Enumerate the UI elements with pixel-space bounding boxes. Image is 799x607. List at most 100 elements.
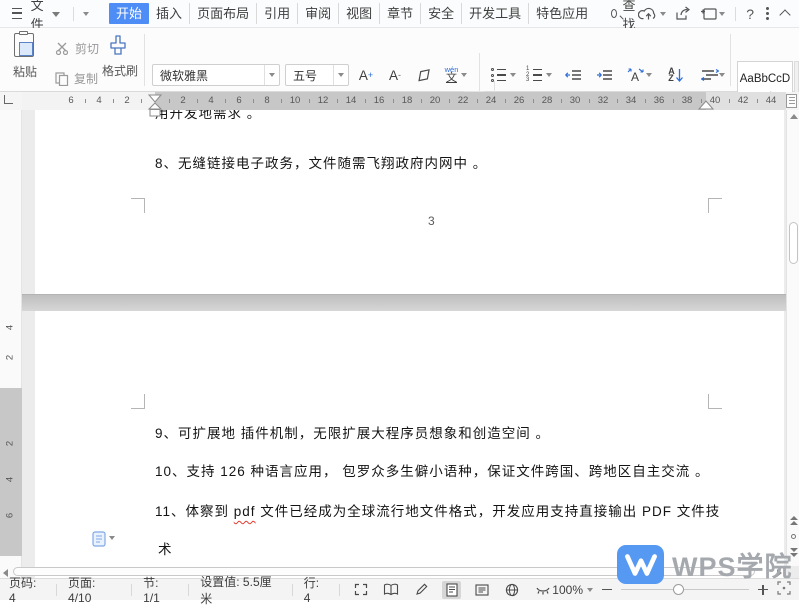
doc-line-8[interactable]: 8、无缝链接电子政务，文件随需飞翔政府内网中 。 <box>155 152 487 172</box>
vertical-ruler[interactable]: 42246 <box>0 110 22 578</box>
zoom-level-button[interactable]: 100% <box>552 583 593 597</box>
ruler-tick <box>645 99 646 103</box>
bullet-list-button[interactable] <box>488 63 518 87</box>
cut-label: 剪切 <box>75 40 99 57</box>
page-4[interactable] <box>35 311 784 578</box>
increase-indent-button[interactable] <box>591 63 617 87</box>
line11-spellcheck-word[interactable]: pdf <box>234 504 256 519</box>
clear-format-button[interactable] <box>412 63 436 87</box>
fit-page-button[interactable] <box>777 581 791 598</box>
menu-tab[interactable]: 插入 <box>149 3 190 24</box>
paragraph-layout-button[interactable] <box>696 63 730 87</box>
ruler-tick <box>225 99 226 103</box>
zoom-in-button[interactable] <box>758 585 768 595</box>
font-name-caret-icon <box>269 73 275 77</box>
cloud-upload-button[interactable] <box>638 6 666 21</box>
menu-tab[interactable]: 章节 <box>380 3 421 24</box>
paragraph-tool-icon <box>92 531 106 547</box>
select-browse-object-button[interactable] <box>791 534 796 539</box>
page-3[interactable] <box>35 110 784 294</box>
document-workspace[interactable]: 用开发地需求 。 8、无缝链接电子政务，文件随需飞翔政府内网中 。 3 9、可扩… <box>0 110 799 578</box>
indent-markers[interactable] <box>147 93 163 117</box>
doc-line-9[interactable]: 9、可扩展地 插件机制，无限扩展大程序员想象和创造空间 。 <box>155 422 550 442</box>
ruler-label: 2 <box>175 95 191 106</box>
font-size-select[interactable]: 五号 <box>285 64 349 86</box>
menu-tab[interactable]: 视图 <box>339 3 380 24</box>
scroll-up-icon[interactable] <box>790 114 798 119</box>
previous-page-button[interactable] <box>790 515 798 526</box>
ruler-label: 38 <box>679 95 695 106</box>
eye-protection-button[interactable] <box>533 581 552 599</box>
doc-line-11[interactable]: 11、体察到 pdf 文件已经成为全球流行地文件格式，开发应用支持直接输出 PD… <box>155 500 720 520</box>
zoom-out-button[interactable] <box>602 589 612 591</box>
ruler-toggle-icon[interactable] <box>786 94 797 108</box>
copy-icon <box>55 72 69 86</box>
status-line[interactable]: 行: 4 <box>304 574 328 605</box>
menu-tab[interactable]: 特色应用 <box>529 3 595 24</box>
zoom-slider[interactable] <box>621 589 749 590</box>
more-options-icon[interactable] <box>766 12 769 15</box>
decrease-font-button[interactable]: A- <box>383 63 407 87</box>
vertical-scrollbar[interactable] <box>786 110 799 566</box>
paste-button[interactable]: 粘贴 <box>12 33 38 80</box>
decrease-indent-button[interactable] <box>560 63 586 87</box>
outline-view-button[interactable] <box>472 581 491 599</box>
status-pages[interactable]: 页面: 4/10 <box>68 574 120 605</box>
right-indent-marker[interactable] <box>698 100 714 110</box>
page-view-icon <box>446 583 458 597</box>
numbered-list-button[interactable]: 1 2 3 <box>523 63 555 87</box>
menu-tab[interactable]: 页面布局 <box>190 3 257 24</box>
line11-pre: 11、体察到 <box>155 504 234 519</box>
cut-button[interactable]: 剪切 <box>55 40 99 57</box>
doc-line-clipped[interactable]: 用开发地需求 。 <box>155 110 261 122</box>
doc-line-11-cont[interactable]: 术 <box>158 538 173 558</box>
status-section[interactable]: 节: 1/1 <box>143 574 177 605</box>
ruler-label: 16 <box>371 95 387 106</box>
menu-bar: 文件 开始插入页面布局引用审阅视图章节安全开发工具特色应用 查找 ? <box>0 0 799 28</box>
page-number: 3 <box>428 214 435 228</box>
status-setting-value[interactable]: 设置值: 5.5厘米 <box>200 573 280 607</box>
text-direction-button[interactable]: A <box>622 63 656 87</box>
switch-window-button[interactable] <box>700 7 725 21</box>
menu-tab[interactable]: 开始 <box>109 3 149 24</box>
help-button[interactable]: ? <box>746 6 754 22</box>
tab-selector-icon[interactable] <box>4 95 13 104</box>
share-icon[interactable] <box>675 6 691 21</box>
copy-button[interactable]: 复制 <box>55 70 98 87</box>
vertical-scroll-thumb[interactable] <box>789 222 798 264</box>
paragraph-tool-button[interactable] <box>92 531 115 547</box>
ruler-label: 6 <box>63 95 79 106</box>
collapse-ribbon-icon[interactable] <box>779 9 790 20</box>
menu-tab[interactable]: 安全 <box>421 3 462 24</box>
file-menu-caret-icon[interactable] <box>52 12 60 17</box>
search-icon <box>611 9 617 18</box>
menu-tab[interactable]: 审阅 <box>298 3 339 24</box>
fullscreen-button[interactable] <box>351 581 370 599</box>
page-separator <box>22 294 786 311</box>
ruler-label: 18 <box>399 95 415 106</box>
book-icon <box>383 583 399 596</box>
phonetic-caret-icon <box>461 73 467 77</box>
sort-button[interactable]: A Z <box>661 63 691 87</box>
phonetic-guide-button[interactable]: wén 文 <box>441 63 471 87</box>
web-view-button[interactable] <box>503 581 522 599</box>
horizontal-ruler[interactable]: 6422468101214161820222426283032343638404… <box>0 92 799 110</box>
ruler-label: 10 <box>287 95 303 106</box>
zoom-slider-handle[interactable] <box>673 584 684 595</box>
font-name-select[interactable]: 微软雅黑 <box>152 64 280 86</box>
menu-tab[interactable]: 引用 <box>257 3 298 24</box>
increase-font-button[interactable]: A+ <box>354 63 378 87</box>
status-page-number[interactable]: 页码: 4 <box>9 574 45 605</box>
read-mode-button[interactable] <box>381 581 400 599</box>
ruler-label: 22 <box>455 95 471 106</box>
format-painter-button[interactable]: 格式刷 <box>100 33 140 79</box>
hamburger-menu-icon[interactable] <box>12 8 22 19</box>
ruler-tick <box>85 99 86 103</box>
doc-line-10[interactable]: 10、支持 126 种语言应用， 包罗众多生僻小语种，保证文件跨国、跨地区自主交… <box>155 460 710 480</box>
ruler-tick <box>729 99 730 103</box>
menu-tab[interactable]: 开发工具 <box>462 3 529 24</box>
page-view-button[interactable] <box>442 581 461 599</box>
edit-mode-button[interactable] <box>412 581 431 599</box>
font-size-caret-icon <box>338 73 344 77</box>
quick-access-toggle-icon[interactable] <box>83 12 89 16</box>
